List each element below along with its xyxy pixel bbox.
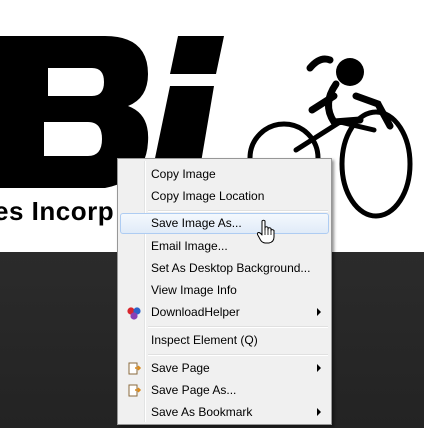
menu-item-copy-image[interactable]: Copy Image — [120, 164, 329, 185]
menu-item-label: Set As Desktop Background... — [151, 261, 311, 275]
menu-item-inspect-element[interactable]: Inspect Element (Q) — [120, 330, 329, 351]
menu-item-downloadhelper[interactable]: DownloadHelper — [120, 302, 329, 323]
menu-item-email-image[interactable]: Email Image... — [120, 236, 329, 257]
menu-item-label: Save Image As... — [151, 216, 242, 230]
company-name-text: es Incorp — [0, 196, 115, 226]
menu-item-label: Copy Image — [151, 167, 216, 181]
menu-item-save-image-as[interactable]: Save Image As... — [120, 213, 329, 234]
menu-item-label: Email Image... — [151, 239, 228, 253]
hand-cursor-icon — [256, 219, 276, 245]
submenu-arrow-icon — [317, 364, 321, 372]
menu-item-label: DownloadHelper — [151, 305, 240, 319]
menu-item-label: Copy Image Location — [151, 189, 265, 203]
menu-separator — [148, 210, 328, 212]
menu-item-label: Inspect Element (Q) — [151, 333, 258, 347]
menu-item-view-image-info[interactable]: View Image Info — [120, 280, 329, 301]
menu-separator — [148, 354, 328, 356]
menu-item-label: Save Page — [151, 361, 210, 375]
menu-item-set-desktop-background[interactable]: Set As Desktop Background... — [120, 258, 329, 279]
menu-item-copy-image-location[interactable]: Copy Image Location — [120, 186, 329, 207]
menu-item-label: Save As Bookmark — [151, 405, 253, 419]
menu-item-save-page[interactable]: Save Page — [120, 358, 329, 379]
submenu-arrow-icon — [317, 408, 321, 416]
save-page-icon — [126, 383, 142, 399]
context-menu: Copy Image Copy Image Location Save Imag… — [117, 158, 332, 425]
menu-item-save-as-bookmark[interactable]: Save As Bookmark — [120, 402, 329, 423]
menu-item-save-page-as[interactable]: Save Page As... — [120, 380, 329, 401]
menu-item-label: Save Page As... — [151, 383, 237, 397]
menu-item-label: View Image Info — [151, 283, 237, 297]
submenu-arrow-icon — [317, 308, 321, 316]
menu-separator — [148, 326, 328, 328]
downloadhelper-icon — [126, 305, 142, 321]
save-page-icon — [126, 361, 142, 377]
